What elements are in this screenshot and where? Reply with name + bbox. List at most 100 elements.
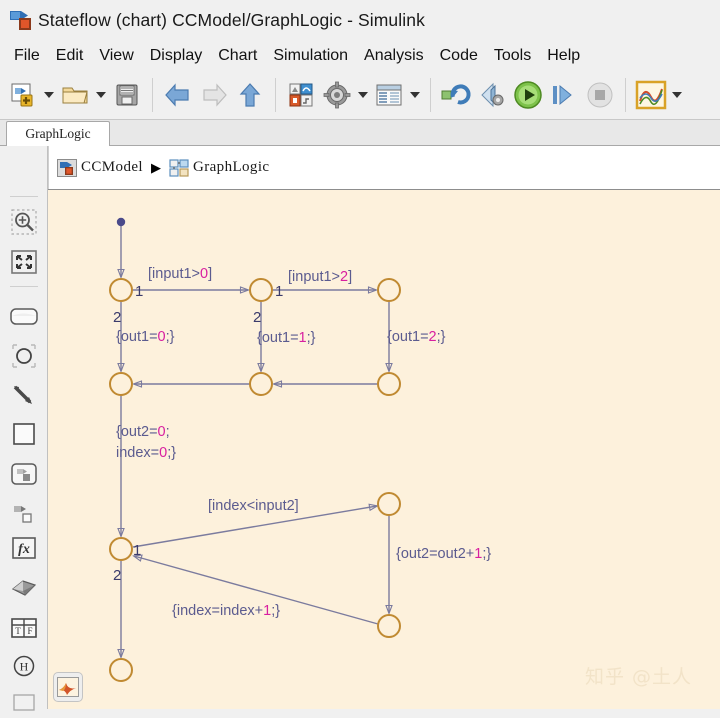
junction-j6[interactable] xyxy=(377,372,401,396)
tab-strip: GraphLogic xyxy=(0,120,720,146)
junction-j8[interactable] xyxy=(377,492,401,516)
menu-display[interactable]: Display xyxy=(142,45,210,67)
run-icon[interactable] xyxy=(510,75,546,115)
menu-analysis[interactable]: Analysis xyxy=(356,45,432,67)
matlab-logo-button[interactable] xyxy=(53,672,83,702)
update-model-icon[interactable] xyxy=(438,75,474,115)
scope-dropdown-icon[interactable] xyxy=(669,75,685,115)
menu-bar: File Edit View Display Chart Simulation … xyxy=(0,40,720,71)
label-action-out1-2: {out1=2;} xyxy=(387,329,446,345)
breadcrumb-separator: ▶ xyxy=(150,159,161,175)
annotation-tool[interactable]: T F xyxy=(8,612,40,644)
stop-icon xyxy=(582,75,618,115)
default-transition-dot xyxy=(116,217,126,227)
graphical-function-tool[interactable] xyxy=(8,458,40,490)
menu-file[interactable]: File xyxy=(6,45,48,67)
label-action-index-init: index=0;} xyxy=(116,445,176,461)
box-tool[interactable] xyxy=(8,418,40,450)
extra-tool[interactable] xyxy=(8,686,40,718)
menu-code[interactable]: Code xyxy=(432,45,486,67)
menu-chart[interactable]: Chart xyxy=(210,45,265,67)
tab-graphlogic[interactable]: GraphLogic xyxy=(6,121,110,146)
literal-2: 2 xyxy=(340,269,348,285)
literal-1: 1 xyxy=(474,546,482,562)
transition-order-j1-1: 1 xyxy=(135,283,143,300)
label-action-index-increment: {index=index+1;} xyxy=(172,603,280,619)
literal-1: 1 xyxy=(263,603,271,619)
label-action-out1-0: {out1=0;} xyxy=(116,329,175,345)
open-folder-icon[interactable] xyxy=(57,75,93,115)
svg-text:H: H xyxy=(20,660,29,674)
junction-tool[interactable] xyxy=(8,340,40,372)
palette-separator-2 xyxy=(10,286,38,287)
stateflow-canvas[interactable]: 1 2 1 2 1 2 [input1>0] [input1>2] {out1=… xyxy=(48,190,720,709)
junction-j10[interactable] xyxy=(109,658,133,682)
breadcrumb: CCModel ▶ GraphLogic xyxy=(48,146,720,189)
literal-1: 1 xyxy=(299,330,307,346)
back-arrow-icon[interactable] xyxy=(160,75,196,115)
label-action-out1-1: {out1=1;} xyxy=(257,330,316,346)
new-model-icon[interactable] xyxy=(5,75,41,115)
history-junction-tool[interactable]: H xyxy=(8,650,40,682)
simulink-model-icon xyxy=(57,158,77,177)
literal-2: 2 xyxy=(429,329,437,345)
literal-0: 0 xyxy=(158,329,166,345)
label-index-lt-input2: [index<input2] xyxy=(208,498,299,514)
forward-arrow-icon xyxy=(196,75,232,115)
state-tool[interactable] xyxy=(8,300,40,332)
build-model-icon[interactable] xyxy=(474,75,510,115)
literal-0: 0 xyxy=(158,424,166,440)
model-explorer-dropdown-icon[interactable] xyxy=(407,75,423,115)
simulink-function-tool[interactable] xyxy=(8,498,40,530)
step-forward-icon[interactable] xyxy=(546,75,582,115)
menu-tools[interactable]: Tools xyxy=(486,45,539,67)
junction-j9[interactable] xyxy=(377,614,401,638)
menu-view[interactable]: View xyxy=(91,45,141,67)
palette-separator-1 xyxy=(10,196,38,197)
toolbar-separator-4 xyxy=(625,78,626,112)
save-icon[interactable] xyxy=(109,75,145,115)
up-arrow-icon[interactable] xyxy=(232,75,268,115)
stateflow-chart-small-icon xyxy=(169,158,189,177)
model-configuration-icon[interactable] xyxy=(319,75,355,115)
transition-order-j7-1: 1 xyxy=(133,542,141,559)
truth-table-function-tool[interactable] xyxy=(8,572,40,604)
fit-to-view-tool[interactable] xyxy=(8,246,40,278)
model-configuration-dropdown-icon[interactable] xyxy=(355,75,371,115)
toolbar-separator-3 xyxy=(430,78,431,112)
label-action-out2-increment: {out2=out2+1;} xyxy=(396,546,491,562)
menu-simulation[interactable]: Simulation xyxy=(265,45,356,67)
junction-j4[interactable] xyxy=(109,372,133,396)
tab-label: GraphLogic xyxy=(25,126,91,141)
label-input1-gt-2: [input1>2] xyxy=(288,269,352,285)
transition-order-j2-1: 1 xyxy=(275,283,283,300)
transition-tool[interactable] xyxy=(8,380,40,412)
svg-text:fx: fx xyxy=(18,542,30,557)
junction-j2[interactable] xyxy=(249,278,273,302)
window-title: Stateflow (chart) CCModel/GraphLogic - S… xyxy=(38,9,425,30)
matlab-logo-icon xyxy=(57,677,79,697)
breadcrumb-item-ccmodel[interactable]: CCModel xyxy=(81,159,143,176)
transition-order-j2-2: 2 xyxy=(253,309,261,326)
junction-j3[interactable] xyxy=(377,278,401,302)
transition-order-j7-2: 2 xyxy=(113,567,121,584)
scope-icon[interactable] xyxy=(633,75,669,115)
chart-palette: fx T F H xyxy=(0,146,48,711)
simulink-stateflow-window: Stateflow (chart) CCModel/GraphLogic - S… xyxy=(0,0,720,711)
menu-help[interactable]: Help xyxy=(539,45,588,67)
main-toolbar xyxy=(0,71,720,120)
literal-0: 0 xyxy=(200,266,208,282)
junction-j7[interactable] xyxy=(109,537,133,561)
menu-edit[interactable]: Edit xyxy=(48,45,92,67)
open-dropdown-icon[interactable] xyxy=(93,75,109,115)
new-model-dropdown-icon[interactable] xyxy=(41,75,57,115)
transition-order-j1-2: 2 xyxy=(113,309,121,326)
junction-j5[interactable] xyxy=(249,372,273,396)
junction-j1[interactable] xyxy=(109,278,133,302)
matlab-function-tool[interactable]: fx xyxy=(8,532,40,564)
model-explorer-icon[interactable] xyxy=(371,75,407,115)
library-browser-icon[interactable] xyxy=(283,75,319,115)
zoom-in-tool[interactable] xyxy=(8,206,40,238)
stateflow-chart-icon xyxy=(8,8,34,32)
breadcrumb-item-graphlogic[interactable]: GraphLogic xyxy=(193,159,269,176)
